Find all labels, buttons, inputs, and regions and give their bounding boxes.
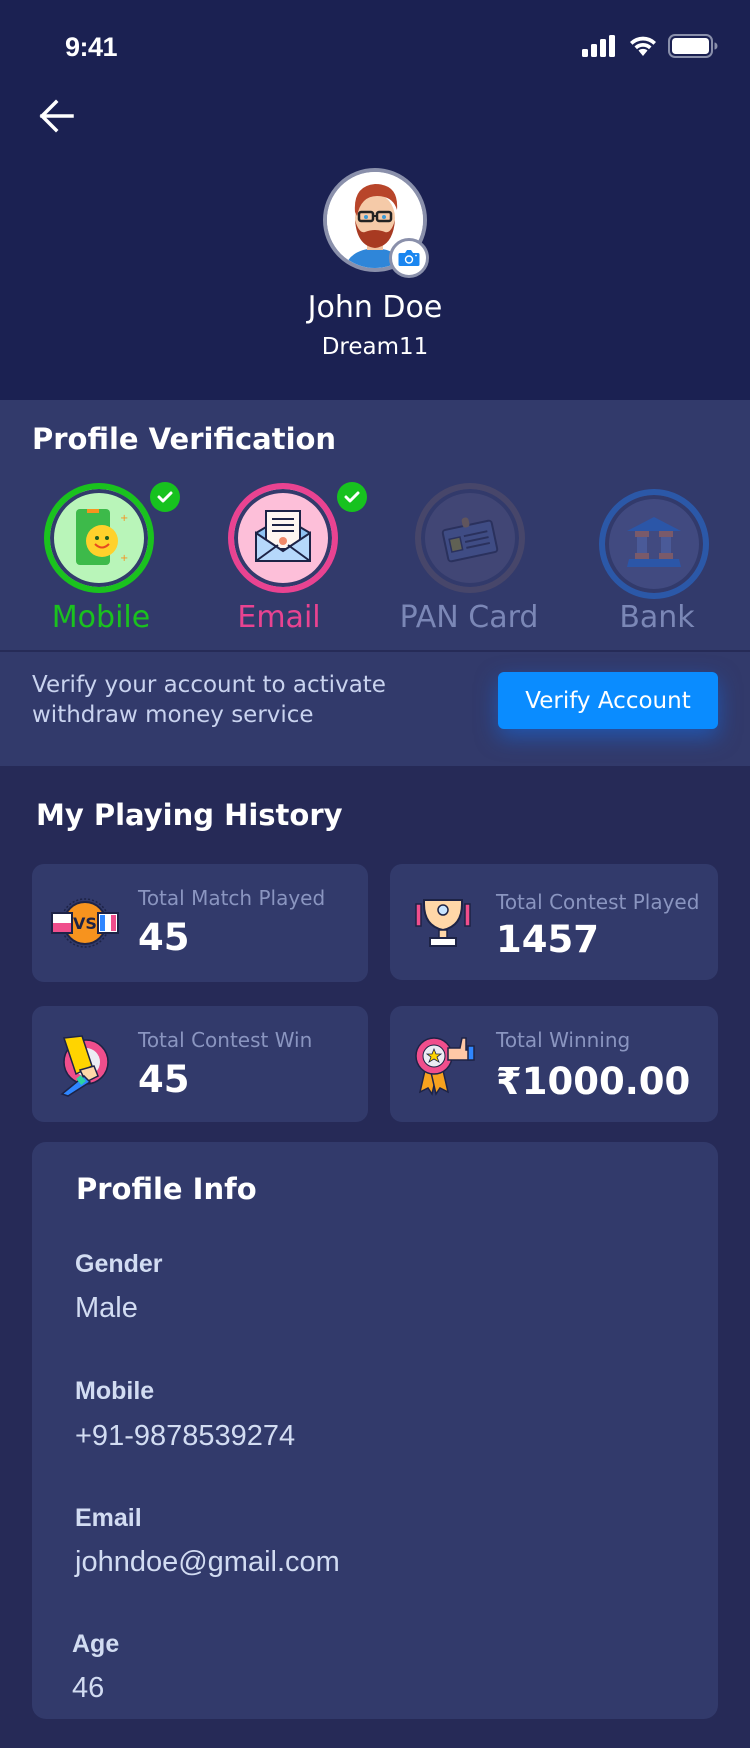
mobile-smiley-icon: + + — [76, 509, 128, 565]
verify-account-message: Verify your account to activate withdraw… — [32, 672, 386, 728]
stat-card-total-winning: Total Winning ₹1000.00 — [390, 1006, 718, 1122]
wifi-icon — [630, 36, 656, 56]
section-title-history: My Playing History — [36, 798, 343, 832]
info-value-age: 46 — [72, 1672, 105, 1704]
bank-icon — [627, 517, 681, 567]
id-card-icon — [441, 517, 499, 563]
battery-icon — [668, 34, 718, 58]
change-photo-button[interactable] — [389, 238, 429, 278]
verify-label-pan-card: PAN Card — [399, 600, 539, 635]
section-title-verification: Profile Verification — [32, 422, 337, 456]
stat-card-total-contest-played: Total Contest Played 1457 — [390, 864, 718, 980]
verify-bank-button[interactable] — [599, 489, 709, 599]
arrow-left-icon — [39, 99, 74, 133]
stat-value: 45 — [138, 1058, 190, 1101]
trophy-hand-icon — [50, 1028, 120, 1098]
mobile-verified-badge — [150, 482, 180, 512]
status-icons — [582, 34, 718, 58]
stat-label: Total Contest Played — [496, 890, 700, 914]
stat-label: Total Winning — [496, 1028, 631, 1052]
info-label-age: Age — [72, 1630, 120, 1658]
svg-text:+: + — [120, 513, 128, 524]
stat-value: 1457 — [496, 918, 599, 961]
verify-account-button[interactable]: Verify Account — [498, 672, 718, 729]
stat-label: Total Match Played — [138, 886, 326, 910]
back-button[interactable] — [36, 96, 78, 136]
check-icon — [344, 491, 360, 503]
info-value-email: johndoe@gmail.com — [75, 1546, 340, 1578]
svg-text:+: + — [120, 553, 128, 564]
stat-value: 45 — [138, 916, 190, 959]
stat-value: ₹1000.00 — [496, 1060, 691, 1103]
svg-text:VS: VS — [73, 914, 97, 933]
verify-label-email: Email — [237, 600, 321, 635]
profile-info-card: Profile Info Gender Male Mobile +91-9878… — [32, 1142, 718, 1719]
verify-label-bank: Bank — [619, 600, 695, 635]
signal-icon — [582, 35, 615, 57]
envelope-icon — [255, 510, 311, 562]
team-name: Dream11 — [321, 334, 429, 360]
profile-info-title: Profile Info — [76, 1172, 257, 1206]
verify-pan-card-button[interactable] — [415, 483, 525, 593]
camera-icon — [398, 250, 420, 266]
avatar-container — [323, 168, 429, 278]
stat-card-total-match-played: VS Total Match Played 45 — [32, 864, 368, 982]
info-value-mobile: +91-9878539274 — [75, 1420, 296, 1452]
stat-label: Total Contest Win — [138, 1028, 313, 1052]
section-divider — [0, 650, 750, 652]
verify-mobile-button[interactable]: + + — [44, 483, 154, 593]
verify-email-button[interactable] — [228, 483, 338, 593]
profile-verification-section: Profile Verification + + Mobile Email PA… — [0, 400, 750, 766]
versus-icon: VS — [50, 888, 120, 958]
info-label-mobile: Mobile — [75, 1377, 155, 1405]
info-label-gender: Gender — [75, 1250, 163, 1278]
info-label-email: Email — [75, 1504, 142, 1532]
info-value-gender: Male — [75, 1292, 138, 1324]
trophy-icon — [408, 886, 478, 956]
email-verified-badge — [337, 482, 367, 512]
verify-label-mobile: Mobile — [51, 600, 151, 635]
stat-card-total-contest-win: Total Contest Win 45 — [32, 1006, 368, 1122]
award-badge-icon — [408, 1026, 478, 1096]
check-icon — [157, 491, 173, 503]
profile-header: 9:41 John Doe Dream11 — [0, 0, 750, 400]
user-name: John Doe — [307, 290, 443, 325]
status-time: 9:41 — [65, 32, 118, 62]
